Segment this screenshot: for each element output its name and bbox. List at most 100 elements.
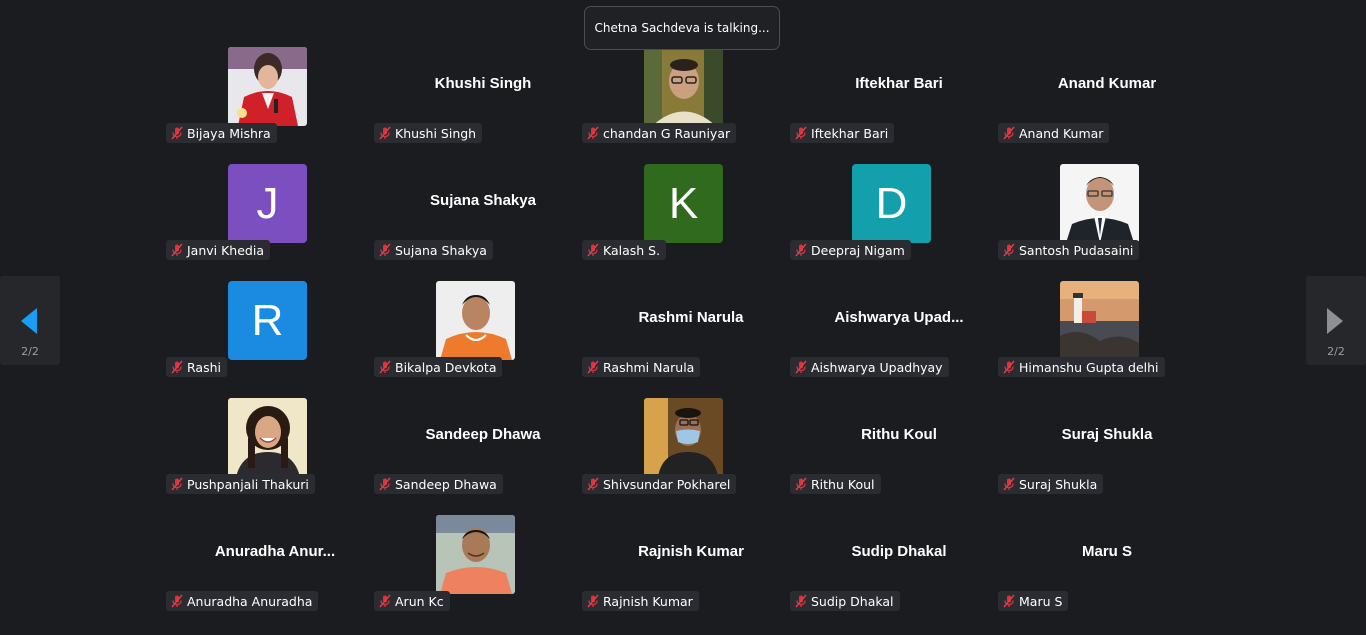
- muted-microphone-icon: [795, 243, 807, 257]
- muted-microphone-icon: [587, 360, 599, 374]
- participant-display-name: Suraj Shukla: [1061, 426, 1153, 443]
- muted-microphone-icon: [795, 126, 807, 140]
- participant-tile[interactable]: K Kalash S.: [582, 163, 782, 260]
- participant-tile[interactable]: Bikalpa Devkota: [374, 280, 574, 377]
- participant-display-name: Rajnish Kumar: [638, 543, 744, 560]
- participant-tile[interactable]: Maru S Maru S: [998, 514, 1198, 611]
- participant-initial-avatar: R: [228, 281, 307, 360]
- participant-initial-avatar: J: [228, 164, 307, 243]
- participant-tile[interactable]: Rajnish Kumar Rajnish Kumar: [582, 514, 782, 611]
- muted-microphone-icon: [379, 594, 391, 608]
- participant-tile[interactable]: Anand Kumar Anand Kumar: [998, 46, 1198, 143]
- participant-name: Rithu Koul: [811, 476, 875, 492]
- participant-name: Himanshu Gupta delhi: [1019, 359, 1159, 375]
- participant-tile[interactable]: Santosh Pudasaini: [998, 163, 1198, 260]
- participant-tile[interactable]: Sudip Dhakal Sudip Dhakal: [790, 514, 990, 611]
- participant-tile[interactable]: Iftekhar Bari Iftekhar Bari: [790, 46, 990, 143]
- participant-display-name: Maru S: [1081, 543, 1132, 560]
- participant-name-label: Himanshu Gupta delhi: [998, 357, 1165, 377]
- participant-tile[interactable]: Aishwarya Upad... Aishwarya Upadhyay: [790, 280, 990, 377]
- participant-display-name: Sandeep Dhawa: [425, 426, 541, 443]
- muted-microphone-icon: [171, 594, 183, 608]
- participant-name: Khushi Singh: [395, 125, 477, 141]
- participant-tile[interactable]: chandan G Rauniyar: [582, 46, 782, 143]
- participant-tile[interactable]: Bijaya Mishra: [166, 46, 366, 143]
- participant-name: Anand Kumar: [1019, 125, 1104, 141]
- participant-name-label: Pushpanjali Thakuri: [166, 474, 315, 494]
- arrow-left-icon: [21, 308, 37, 334]
- participant-tile[interactable]: Khushi Singh Khushi Singh: [374, 46, 574, 143]
- participant-tile[interactable]: Rithu Koul Rithu Koul: [790, 397, 990, 494]
- participant-name-label: Bijaya Mishra: [166, 123, 277, 143]
- participant-name: Janvi Khedia: [187, 242, 264, 258]
- participant-name-label: Arun Kc: [374, 591, 450, 611]
- notification-text: Chetna Sachdeva is talking...: [594, 21, 770, 35]
- participant-display-name: Rithu Koul: [861, 426, 937, 443]
- participant-name: Sujana Shakya: [395, 242, 487, 258]
- participant-name: Deepraj Nigam: [811, 242, 905, 258]
- participant-name-label: Anuradha Anuradha: [166, 591, 319, 611]
- participant-name-label: Rashi: [166, 357, 227, 377]
- participant-tile[interactable]: D Deepraj Nigam: [790, 163, 990, 260]
- muted-microphone-icon: [795, 477, 807, 491]
- muted-microphone-icon: [171, 243, 183, 257]
- participant-name-label: Maru S: [998, 591, 1069, 611]
- participant-photo: [436, 515, 515, 594]
- participant-tile[interactable]: Anuradha Anur... Anuradha Anuradha: [166, 514, 366, 611]
- next-page-button[interactable]: 2/2: [1306, 276, 1366, 365]
- muted-microphone-icon: [795, 594, 807, 608]
- participant-tile[interactable]: Pushpanjali Thakuri: [166, 397, 366, 494]
- participant-name-label: Anand Kumar: [998, 123, 1110, 143]
- participant-photo: [644, 47, 723, 126]
- muted-microphone-icon: [587, 243, 599, 257]
- participant-tile[interactable]: Shivsundar Pokharel: [582, 397, 782, 494]
- muted-microphone-icon: [587, 594, 599, 608]
- participant-name-label: Bikalpa Devkota: [374, 357, 503, 377]
- participant-name: Bikalpa Devkota: [395, 359, 497, 375]
- page-indicator: 2/2: [21, 345, 39, 358]
- participant-tile[interactable]: J Janvi Khedia: [166, 163, 366, 260]
- participant-photo: [228, 47, 307, 126]
- participant-name-label: Aishwarya Upadhyay: [790, 357, 949, 377]
- participant-tile[interactable]: R Rashi: [166, 280, 366, 377]
- participant-name-label: chandan G Rauniyar: [582, 123, 737, 143]
- muted-microphone-icon: [171, 477, 183, 491]
- participant-tile[interactable]: Rashmi Narula Rashmi Narula: [582, 280, 782, 377]
- muted-microphone-icon: [587, 477, 599, 491]
- participant-display-name: Aishwarya Upad...: [834, 309, 964, 326]
- participant-tile[interactable]: Sandeep Dhawa Sandeep Dhawa: [374, 397, 574, 494]
- participant-name-label: Deepraj Nigam: [790, 240, 911, 260]
- previous-page-button[interactable]: 2/2: [0, 276, 60, 365]
- participant-display-name: Iftekhar Bari: [855, 75, 943, 92]
- muted-microphone-icon: [795, 360, 807, 374]
- active-speaker-notification: Chetna Sachdeva is talking...: [584, 6, 780, 50]
- participant-name-label: Sudip Dhakal: [790, 591, 900, 611]
- participant-name-label: Shivsundar Pokharel: [582, 474, 737, 494]
- muted-microphone-icon: [1003, 360, 1015, 374]
- muted-microphone-icon: [379, 360, 391, 374]
- participant-tile[interactable]: Suraj Shukla Suraj Shukla: [998, 397, 1198, 494]
- muted-microphone-icon: [1003, 243, 1015, 257]
- participant-tile[interactable]: Sujana Shakya Sujana Shakya: [374, 163, 574, 260]
- participant-name: Shivsundar Pokharel: [603, 476, 731, 492]
- participant-name-label: Iftekhar Bari: [790, 123, 895, 143]
- participant-photo: [436, 281, 515, 360]
- participant-tile[interactable]: Himanshu Gupta delhi: [998, 280, 1198, 377]
- participant-name: Santosh Pudasaini: [1019, 242, 1134, 258]
- participant-display-name: Anuradha Anur...: [214, 543, 336, 560]
- participant-display-name: Anand Kumar: [1057, 75, 1157, 92]
- participant-name: Sudip Dhakal: [811, 593, 894, 609]
- muted-microphone-icon: [1003, 477, 1015, 491]
- participant-name: Iftekhar Bari: [811, 125, 889, 141]
- participant-initial-avatar: D: [852, 164, 931, 243]
- participant-initial-avatar: K: [644, 164, 723, 243]
- participant-name: chandan G Rauniyar: [603, 125, 731, 141]
- participant-name-label: Sandeep Dhawa: [374, 474, 503, 494]
- muted-microphone-icon: [587, 126, 599, 140]
- muted-microphone-icon: [379, 126, 391, 140]
- participant-name-label: Sujana Shakya: [374, 240, 493, 260]
- participant-display-name: Sujana Shakya: [430, 192, 536, 209]
- participant-name: Pushpanjali Thakuri: [187, 476, 309, 492]
- participant-name: Kalash S.: [603, 242, 661, 258]
- participant-tile[interactable]: Arun Kc: [374, 514, 574, 611]
